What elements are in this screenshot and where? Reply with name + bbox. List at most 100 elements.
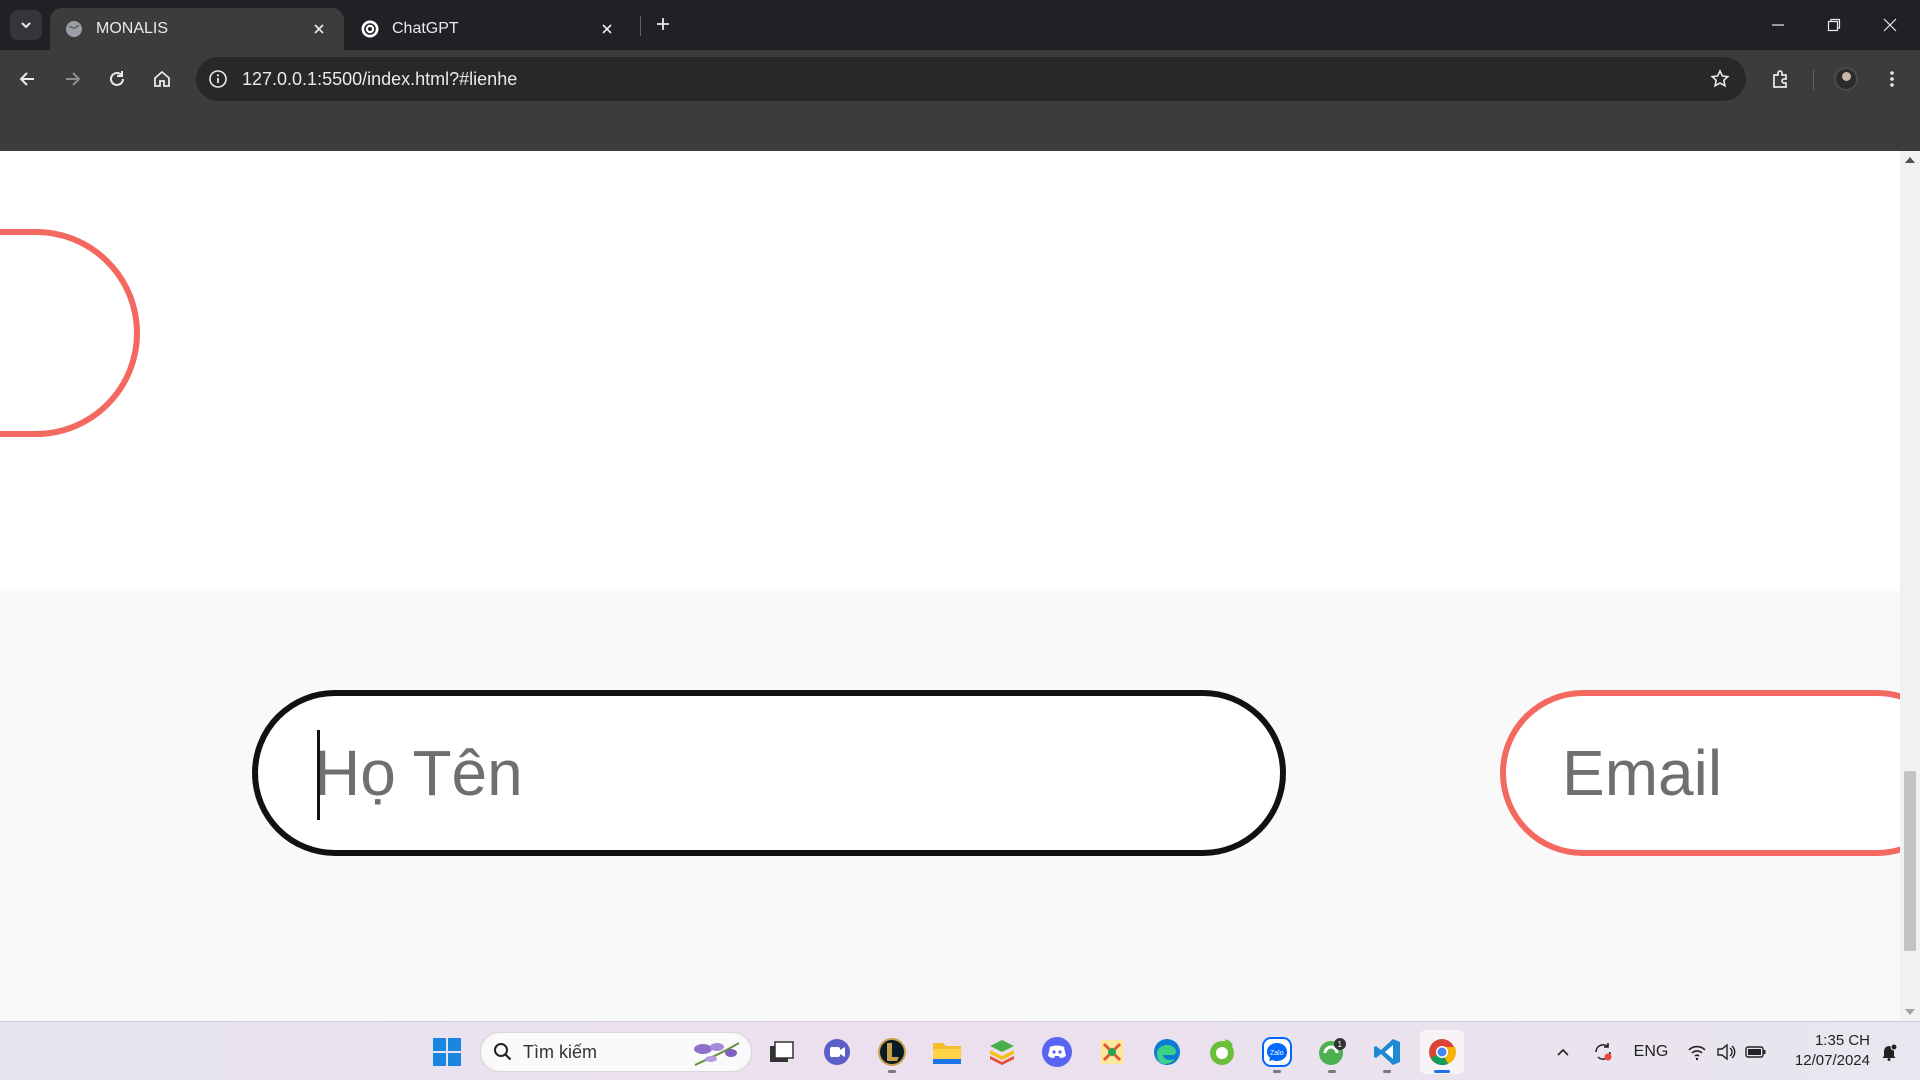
edge-button[interactable] xyxy=(1145,1030,1189,1074)
tab-monalis[interactable]: MONALIS xyxy=(50,8,344,50)
minimize-button[interactable] xyxy=(1750,0,1806,50)
close-window-button[interactable] xyxy=(1862,0,1918,50)
reload-icon xyxy=(110,71,124,86)
minimize-icon xyxy=(1772,24,1784,26)
clock-date: 12/07/2024 xyxy=(1794,1052,1870,1069)
battery-icon xyxy=(1745,1046,1766,1058)
address-bar[interactable]: 127.0.0.1:5500/index.html?#lienhe xyxy=(196,57,1746,101)
close-icon xyxy=(1883,18,1897,32)
tab-title: MONALIS xyxy=(96,20,169,37)
plus-icon xyxy=(657,18,669,30)
scroll-down-arrow-icon[interactable] xyxy=(1905,1009,1915,1015)
chrome-button[interactable] xyxy=(1420,1030,1464,1074)
sync-icon xyxy=(1595,1043,1612,1061)
toolbar-divider xyxy=(1813,70,1814,90)
svg-text:1: 1 xyxy=(1338,1040,1343,1049)
zalo-icon: Zalo xyxy=(1262,1037,1292,1067)
scroll-up-arrow-icon[interactable] xyxy=(1905,157,1915,163)
volume-icon xyxy=(1717,1043,1736,1061)
volume-tray-button[interactable] xyxy=(1712,1032,1740,1072)
file-explorer-icon xyxy=(933,1043,961,1064)
discord-button[interactable] xyxy=(1035,1030,1079,1074)
bluestacks-icon xyxy=(990,1040,1014,1065)
teams-meet-button[interactable] xyxy=(815,1030,859,1074)
vscode-button[interactable] xyxy=(1365,1030,1409,1074)
arrow-right-icon xyxy=(66,72,81,86)
chat-app-button[interactable]: 1 xyxy=(1310,1030,1354,1074)
chat-app-icon: 1 xyxy=(1319,1038,1346,1065)
task-view-button[interactable] xyxy=(759,1030,803,1074)
site-info-icon[interactable] xyxy=(204,65,232,93)
name-placeholder: Họ Tên xyxy=(314,737,523,809)
chrome-icon xyxy=(1429,1039,1456,1066)
close-tab-icon[interactable] xyxy=(596,18,618,40)
bluestacks-button[interactable] xyxy=(980,1030,1024,1074)
page-scrollbar[interactable] xyxy=(1900,151,1920,1021)
running-indicator xyxy=(1328,1070,1336,1073)
tab-chatgpt[interactable]: ChatGPT xyxy=(346,8,632,50)
teams-meet-icon xyxy=(824,1039,850,1065)
chevron-up-icon xyxy=(1557,1048,1569,1056)
puzzle-icon xyxy=(1773,70,1787,88)
scroll-thumb[interactable] xyxy=(1904,771,1916,951)
coccoc-button[interactable] xyxy=(1200,1030,1244,1074)
tab-divider xyxy=(640,16,641,36)
page-viewport: Họ Tên Email xyxy=(0,151,1900,1021)
zalo-button[interactable]: Zalo xyxy=(1255,1030,1299,1074)
show-hidden-icons-button[interactable] xyxy=(1548,1032,1578,1072)
taskbar-search[interactable]: Tìm kiếm xyxy=(480,1032,752,1072)
name-input[interactable]: Họ Tên xyxy=(252,690,1286,856)
system-clock[interactable]: 1:35 CH 12/07/2024 xyxy=(1780,1031,1870,1071)
file-explorer-button[interactable] xyxy=(925,1030,969,1074)
active-indicator xyxy=(1434,1070,1450,1073)
menu-button[interactable] xyxy=(1876,63,1908,95)
league-of-legends-icon xyxy=(878,1038,906,1066)
bookmarks-bar xyxy=(0,108,1920,151)
discord-icon xyxy=(1042,1037,1072,1067)
new-tab-button[interactable] xyxy=(650,11,676,37)
close-tab-icon[interactable] xyxy=(308,18,330,40)
bookmark-star-icon[interactable] xyxy=(1706,65,1734,93)
windows-logo-icon xyxy=(433,1038,461,1066)
coccoc-icon xyxy=(1210,1039,1234,1065)
language-indicator[interactable]: ENG xyxy=(1628,1032,1674,1072)
back-button[interactable] xyxy=(12,63,44,95)
search-placeholder: Tìm kiếm xyxy=(523,1041,597,1062)
reload-button[interactable] xyxy=(101,63,133,95)
home-button[interactable] xyxy=(146,63,178,95)
game-button[interactable] xyxy=(1090,1030,1134,1074)
notification-bell-icon xyxy=(1882,1043,1898,1061)
profile-button[interactable] xyxy=(1830,63,1862,95)
extensions-button[interactable] xyxy=(1765,63,1797,95)
tab-search-button[interactable] xyxy=(10,10,42,40)
wifi-tray-button[interactable] xyxy=(1683,1032,1711,1072)
chatgpt-icon xyxy=(360,19,380,39)
text-caret xyxy=(317,730,320,820)
more-vert-icon xyxy=(1890,71,1894,87)
forward-button[interactable] xyxy=(56,63,88,95)
start-button[interactable] xyxy=(425,1030,469,1074)
svg-text:Zalo: Zalo xyxy=(1270,1050,1284,1057)
edge-icon xyxy=(1154,1039,1180,1065)
search-icon xyxy=(494,1043,512,1061)
battery-tray-button[interactable] xyxy=(1741,1032,1771,1072)
notifications-button[interactable] xyxy=(1874,1032,1904,1072)
email-input[interactable]: Email xyxy=(1500,690,1900,856)
running-indicator xyxy=(1273,1070,1281,1073)
avatar xyxy=(1834,67,1858,91)
decorative-pill-shape xyxy=(0,229,140,437)
lavender-flowers-icon xyxy=(694,1042,740,1066)
arrow-left-icon xyxy=(19,72,34,86)
chevron-down-icon xyxy=(21,22,31,29)
sync-tray-button[interactable] xyxy=(1586,1032,1620,1072)
league-of-legends-button[interactable] xyxy=(870,1030,914,1074)
globe-icon xyxy=(64,19,84,39)
browser-toolbar: 127.0.0.1:5500/index.html?#lienhe xyxy=(0,50,1920,108)
contact-form-section: Họ Tên Email xyxy=(0,591,1900,1021)
vscode-icon xyxy=(1374,1039,1400,1065)
home-icon xyxy=(154,70,170,87)
restore-button[interactable] xyxy=(1806,0,1862,50)
tab-title: ChatGPT xyxy=(392,20,459,37)
task-view-icon xyxy=(770,1041,794,1062)
clock-time: 1:35 CH xyxy=(1814,1032,1870,1049)
